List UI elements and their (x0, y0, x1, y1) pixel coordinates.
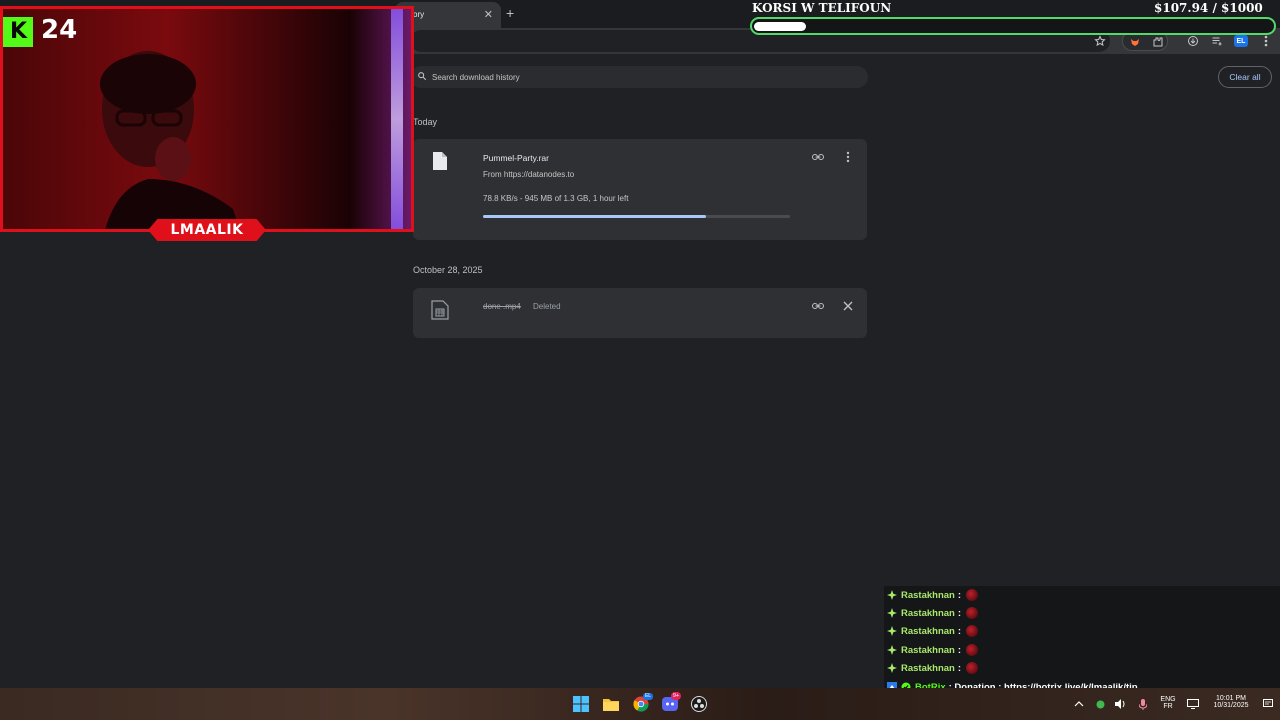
display-icon[interactable] (1187, 698, 1199, 710)
copy-link-icon[interactable] (811, 299, 825, 313)
goal-progress-fill (754, 22, 807, 31)
chat-username: Rastakhnan (901, 625, 955, 637)
search-placeholder: Search download history (432, 73, 520, 82)
more-options-icon[interactable] (841, 150, 855, 164)
moderator-badge-icon (887, 663, 897, 673)
goal-amount: $107.94 / $1000 (1154, 1, 1263, 15)
streamer-name: LMAALIK (170, 222, 244, 238)
goal-progress-bar (750, 17, 1276, 35)
chat-username: Rastakhnan (901, 607, 955, 619)
kick-counter: 24 (41, 15, 78, 45)
download-source: From https://datanodes.to (483, 170, 575, 179)
language-top: ENG (1160, 696, 1176, 703)
moderator-badge-icon (887, 626, 897, 636)
profile-avatar[interactable]: EL (1234, 35, 1248, 47)
download-icon[interactable] (1186, 34, 1200, 48)
red-emote-icon (966, 607, 979, 619)
red-emote-icon (966, 625, 979, 637)
menu-icon[interactable] (1259, 34, 1273, 48)
chat-username: Rastakhnan (901, 589, 955, 601)
discord-badge: 9+ (671, 692, 681, 700)
section-title-date: October 28, 2025 (413, 265, 483, 275)
download-filename[interactable]: Pummel-Party.rar (483, 153, 549, 163)
reading-list-icon[interactable] (1210, 34, 1224, 48)
download-item: Pummel-Party.rar From https://datanodes.… (413, 139, 867, 240)
kick-logo: K (3, 17, 33, 47)
status-dot-icon[interactable] (1094, 698, 1106, 710)
file-icon (433, 152, 447, 170)
language-indicator[interactable]: ENG FR (1156, 696, 1180, 710)
tab-close-button[interactable]: ✕ (484, 8, 493, 21)
search-icon (418, 72, 427, 81)
section-title-today: Today (413, 117, 438, 127)
file-explorer-icon[interactable] (603, 696, 619, 712)
language-bottom: FR (1163, 703, 1173, 710)
download-item-deleted: done .mp4 Deleted (413, 288, 867, 338)
deleted-label: Deleted (533, 302, 561, 311)
streamer-name-badge: LMAALIK (148, 219, 266, 241)
copy-link-icon[interactable] (811, 150, 825, 164)
chat-message: Rastakhnan : (887, 642, 979, 658)
red-emote-icon (966, 644, 979, 656)
download-progress-fill (483, 215, 707, 218)
show-hidden-icons-icon[interactable] (1073, 698, 1085, 710)
chat-message: Rastakhnan : (887, 605, 979, 621)
new-tab-button[interactable]: + (506, 5, 514, 21)
red-emote-icon (966, 662, 979, 674)
taskbar: EL 9+ ENG FR 10:01 PM 10/31/2025 (0, 688, 1280, 720)
chat-username: Rastakhnan (901, 662, 955, 674)
remove-icon[interactable] (841, 299, 855, 313)
microphone-icon[interactable] (1137, 698, 1149, 710)
webcam-overlay: K 24 (0, 6, 414, 232)
moderator-badge-icon (887, 645, 897, 655)
chat-message: Rastakhnan : (887, 623, 979, 639)
chat-username: Rastakhnan (901, 644, 955, 656)
chat-message: Rastakhnan : (887, 587, 979, 603)
windows-start-icon[interactable] (573, 696, 589, 712)
chat-message: Rastakhnan : (887, 660, 979, 676)
streamer-figure (100, 51, 240, 229)
screen: istory ✕ + EL Search download history Cl… (0, 0, 1280, 720)
star-icon[interactable] (1093, 34, 1107, 48)
search-downloads[interactable]: Search download history (410, 66, 868, 88)
clock-date: 10/31/2025 (1213, 702, 1249, 709)
red-emote-icon (966, 589, 979, 601)
download-progress (483, 215, 790, 218)
clock-time: 10:01 PM (1216, 695, 1246, 702)
notification-icon[interactable] (1262, 698, 1274, 710)
chrome-profile-badge: EL (643, 693, 653, 700)
chat-separator: : (957, 644, 962, 656)
moderator-badge-icon (887, 608, 897, 618)
deleted-filename: done .mp4 (483, 302, 521, 311)
chat-separator: : (957, 625, 962, 637)
clock[interactable]: 10:01 PM 10/31/2025 (1204, 695, 1258, 709)
chat-overlay: Rastakhnan : Rastakhnan : Rastakhnan : R… (884, 586, 1280, 698)
extension-icon[interactable] (1151, 35, 1165, 49)
volume-icon[interactable] (1114, 698, 1126, 710)
chat-separator: : (957, 589, 962, 601)
video-file-icon (431, 300, 449, 320)
clear-all-button[interactable]: Clear all (1218, 66, 1272, 88)
chat-separator: : (957, 607, 962, 619)
moderator-badge-icon (887, 590, 897, 600)
download-status: 78.8 KB/s - 945 MB of 1.3 GB, 1 hour lef… (483, 194, 629, 203)
obs-icon[interactable] (691, 696, 707, 712)
goal-title: KORSI W TELIFOUN (752, 1, 892, 15)
neon-light (391, 9, 403, 229)
chat-separator: : (957, 662, 962, 674)
fox-extension-icon[interactable] (1128, 35, 1142, 49)
